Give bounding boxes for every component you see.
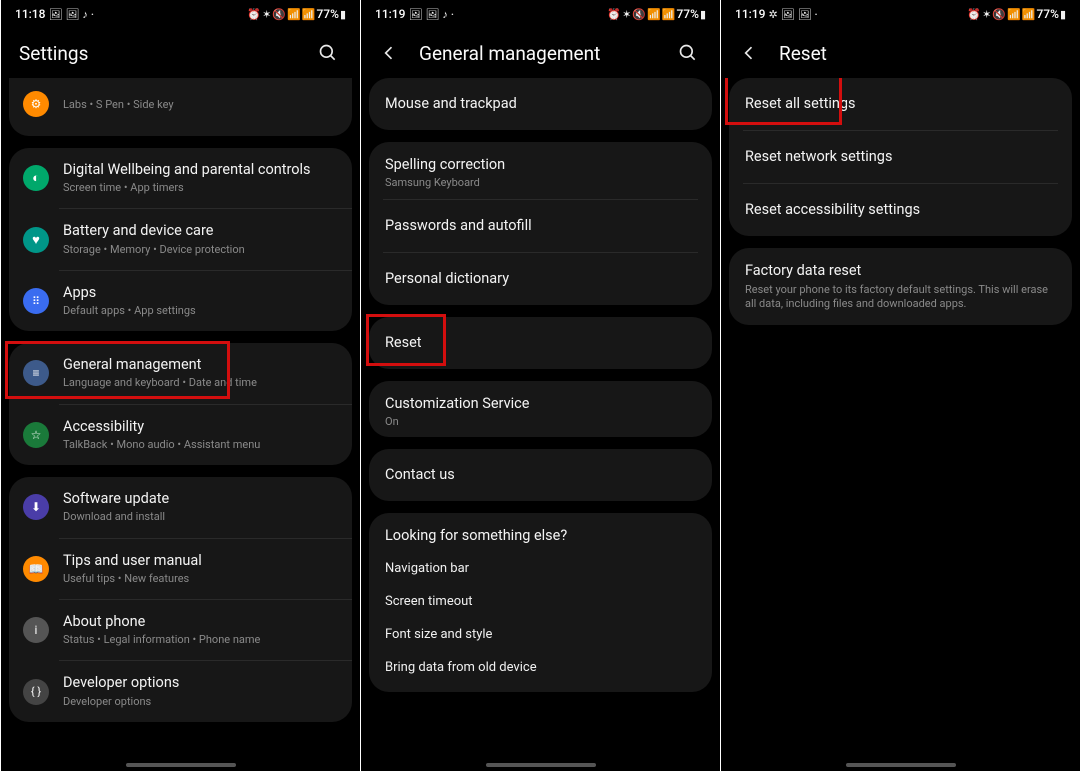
status-time: 11:19 (375, 7, 405, 21)
picture-icon: 🖼 (781, 9, 795, 20)
mute-icon: 🔇 (272, 9, 286, 20)
wifi-icon: 📶 (287, 9, 301, 20)
battery-icon: ▮ (700, 9, 706, 20)
list-item-spelling[interactable]: Spelling correction Samsung Keyboard (369, 142, 712, 198)
picture-icon: 🖼 (48, 9, 62, 20)
battery-icon: ▮ (1060, 9, 1066, 20)
list-item-developer[interactable]: { } Developer options Developer options (9, 661, 352, 721)
wifi-icon: 📶 (647, 9, 661, 20)
sliders-icon: ≡ (32, 366, 39, 380)
battery-text: 77% (316, 7, 338, 21)
download-icon: ⬇ (31, 500, 41, 514)
picture-icon: 🖼 (408, 9, 422, 20)
battery-icon: ▮ (340, 9, 346, 20)
list-item-reset-network[interactable]: Reset network settings (729, 131, 1072, 183)
bluetooth-icon: ✶ (982, 9, 991, 20)
picture-icon: 🖼 (798, 9, 812, 20)
signal-icon: 📶 (1022, 9, 1036, 20)
wifi-icon: 📶 (1007, 9, 1021, 20)
more-icon: · (451, 9, 454, 20)
more-icon: · (815, 9, 818, 20)
nav-handle[interactable] (486, 763, 596, 767)
bluetooth-icon: ✶ (622, 9, 631, 20)
page-title: Settings (13, 42, 304, 65)
status-bar: 11:19 ✲ 🖼 🖼 · ⏰ ✶ 🔇 📶 📶 77% ▮ (721, 0, 1080, 28)
list-item-reset-all[interactable]: Reset all settings (729, 78, 1072, 130)
list-item-wellbeing[interactable]: ◐ Digital Wellbeing and parental control… (9, 148, 352, 208)
link-screen-timeout[interactable]: Screen timeout (369, 585, 712, 618)
list-item-customization[interactable]: Customization Service On (369, 381, 712, 437)
back-button[interactable] (373, 37, 405, 69)
list-item-software-update[interactable]: ⬇ Software update Download and install (9, 477, 352, 537)
list-item-general-management[interactable]: ≡ General management Language and keyboa… (9, 343, 352, 403)
list-item-reset-accessibility[interactable]: Reset accessibility settings (729, 184, 1072, 236)
list-item-contact[interactable]: Contact us (369, 449, 712, 501)
info-icon: i (35, 623, 38, 637)
bluetooth-icon: ✶ (262, 9, 271, 20)
picture-icon: 🖼 (425, 9, 439, 20)
link-font-size[interactable]: Font size and style (369, 618, 712, 651)
mute-icon: 🔇 (632, 9, 646, 20)
apps-icon: ⠿ (32, 295, 40, 308)
status-bar: 11:18 🖼 🖼 ♪ · ⏰ ✶ 🔇 📶 📶 77% ▮ (1, 0, 360, 28)
chevron-left-icon (379, 43, 399, 63)
chevron-left-icon (739, 43, 759, 63)
search-icon (318, 43, 338, 63)
list-item-factory-reset[interactable]: Factory data reset Reset your phone to i… (729, 248, 1072, 325)
music-note-icon: ♪ (442, 9, 448, 20)
list-item-passwords[interactable]: Passwords and autofill (369, 200, 712, 252)
list-item-battery[interactable]: ♥ Battery and device care Storage • Memo… (9, 209, 352, 269)
list-item-tips[interactable]: 📖 Tips and user manual Useful tips • New… (9, 539, 352, 599)
alarm-icon: ⏰ (247, 9, 261, 20)
battery-text: 77% (1036, 7, 1058, 21)
alarm-icon: ⏰ (607, 9, 621, 20)
battery-icon: ♥ (32, 232, 40, 248)
accessibility-icon: ☆ (31, 428, 42, 442)
wellbeing-icon: ◐ (32, 170, 40, 186)
alarm-icon: ⏰ (967, 9, 981, 20)
page-title: Reset (773, 42, 1064, 65)
music-note-icon: ♪ (82, 9, 88, 20)
book-icon: 📖 (29, 562, 44, 576)
picture-icon: 🖼 (65, 9, 79, 20)
battery-text: 77% (676, 7, 698, 21)
signal-icon: 📶 (302, 9, 316, 20)
link-navigation-bar[interactable]: Navigation bar (369, 552, 712, 585)
list-item-dictionary[interactable]: Personal dictionary (369, 253, 712, 305)
page-title: General management (413, 42, 664, 65)
nav-handle[interactable] (126, 763, 236, 767)
signal-icon: 📶 (662, 9, 676, 20)
status-time: 11:19 (735, 7, 765, 21)
section-heading: Looking for something else? (369, 513, 712, 552)
list-item-mouse-trackpad[interactable]: Mouse and trackpad (369, 78, 712, 130)
list-item-accessibility[interactable]: ☆ Accessibility TalkBack • Mono audio • … (9, 405, 352, 465)
search-icon (678, 43, 698, 63)
nav-handle[interactable] (846, 763, 956, 767)
list-item-reset[interactable]: Reset (369, 317, 712, 369)
search-button[interactable] (672, 37, 704, 69)
status-time: 11:18 (15, 7, 45, 21)
back-button[interactable] (733, 37, 765, 69)
link-bring-data[interactable]: Bring data from old device (369, 651, 712, 684)
list-item-apps[interactable]: ⠿ Apps Default apps • App settings (9, 271, 352, 331)
status-bar: 11:19 🖼 🖼 ♪ · ⏰ ✶ 🔇 📶 📶 77% ▮ (361, 0, 720, 28)
pinwheel-icon: ✲ (768, 9, 777, 20)
settings-icon: ⚙ (31, 97, 42, 111)
mute-icon: 🔇 (992, 9, 1006, 20)
more-icon: · (91, 9, 94, 20)
list-item-about-phone[interactable]: i About phone Status • Legal information… (9, 600, 352, 660)
search-button[interactable] (312, 37, 344, 69)
code-icon: { } (31, 685, 41, 698)
list-item[interactable]: ⚙ Labs • S Pen • Side key (9, 78, 352, 130)
